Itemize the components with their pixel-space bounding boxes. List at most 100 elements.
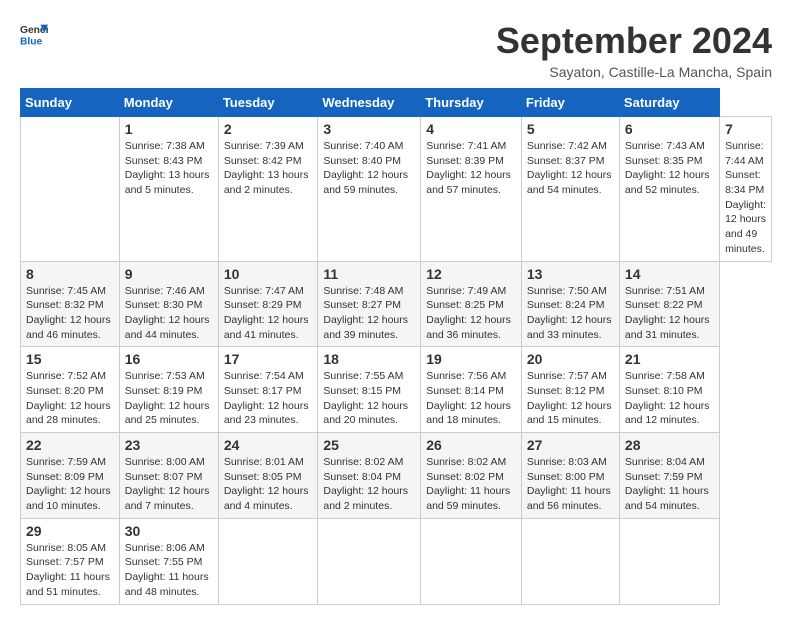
day-number: 25 [323,437,415,453]
calendar-header-thursday: Thursday [421,89,522,117]
calendar-cell: 5 Sunrise: 7:42 AMSunset: 8:37 PMDaylight… [521,117,619,262]
day-info: Sunrise: 7:41 AMSunset: 8:39 PMDaylight:… [426,139,516,198]
calendar-cell: 25 Sunrise: 8:02 AMSunset: 8:04 PMDayligh… [318,433,421,519]
day-info: Sunrise: 7:42 AMSunset: 8:37 PMDaylight:… [527,139,614,198]
day-info: Sunrise: 7:39 AMSunset: 8:42 PMDaylight:… [224,139,313,198]
day-number: 17 [224,351,313,367]
calendar-cell [521,518,619,604]
day-number: 29 [26,523,114,539]
calendar-cell [619,518,719,604]
location-title: Sayaton, Castille-La Mancha, Spain [496,64,772,80]
day-number: 13 [527,266,614,282]
day-number: 5 [527,121,614,137]
calendar-cell: 16Sunrise: 7:53 AMSunset: 8:19 PMDayligh… [119,347,218,433]
calendar-cell: 11 Sunrise: 7:48 AMSunset: 8:27 PMDayligh… [318,261,421,347]
day-number: 15 [26,351,114,367]
calendar-week-row: 1 Sunrise: 7:38 AMSunset: 8:43 PMDaylight… [21,117,772,262]
day-info: Sunrise: 7:54 AMSunset: 8:17 PMDaylight:… [224,369,313,428]
day-number: 4 [426,121,516,137]
calendar-cell: 6 Sunrise: 7:43 AMSunset: 8:35 PMDaylight… [619,117,719,262]
day-number: 7 [725,121,766,137]
day-info: Sunrise: 8:02 AMSunset: 8:04 PMDaylight:… [323,455,415,514]
day-info: Sunrise: 8:05 AMSunset: 7:57 PMDaylight:… [26,541,114,600]
calendar-cell: 1 Sunrise: 7:38 AMSunset: 8:43 PMDaylight… [119,117,218,262]
calendar-cell: 19 Sunrise: 7:56 AMSunset: 8:14 PMDayligh… [421,347,522,433]
calendar-cell: 26 Sunrise: 8:02 AMSunset: 8:02 PMDayligh… [421,433,522,519]
calendar-week-row: 22 Sunrise: 7:59 AMSunset: 8:09 PMDayligh… [21,433,772,519]
calendar-cell: 14 Sunrise: 7:51 AMSunset: 8:22 PMDayligh… [619,261,719,347]
calendar-cell: 24Sunrise: 8:01 AMSunset: 8:05 PMDayligh… [218,433,318,519]
month-title: September 2024 [496,20,772,62]
day-number: 18 [323,351,415,367]
calendar-cell [218,518,318,604]
page-header: General Blue September 2024 Sayaton, Cas… [20,20,772,80]
day-info: Sunrise: 7:48 AMSunset: 8:27 PMDaylight:… [323,284,415,343]
day-info: Sunrise: 7:57 AMSunset: 8:12 PMDaylight:… [527,369,614,428]
calendar-header-wednesday: Wednesday [318,89,421,117]
calendar-cell: 28 Sunrise: 8:04 AMSunset: 7:59 PMDayligh… [619,433,719,519]
calendar-cell: 21Sunrise: 7:58 AMSunset: 8:10 PMDayligh… [619,347,719,433]
day-number: 19 [426,351,516,367]
day-info: Sunrise: 8:02 AMSunset: 8:02 PMDaylight:… [426,455,516,514]
day-info: Sunrise: 7:49 AMSunset: 8:25 PMDaylight:… [426,284,516,343]
calendar-cell: 18Sunrise: 7:55 AMSunset: 8:15 PMDayligh… [318,347,421,433]
calendar-cell [421,518,522,604]
logo: General Blue [20,20,48,48]
calendar-week-row: 8 Sunrise: 7:45 AMSunset: 8:32 PMDaylight… [21,261,772,347]
calendar-cell: 30Sunrise: 8:06 AMSunset: 7:55 PMDayligh… [119,518,218,604]
calendar-cell: 7 Sunrise: 7:44 AMSunset: 8:34 PMDaylight… [720,117,772,262]
calendar-table: SundayMondayTuesdayWednesdayThursdayFrid… [20,88,772,605]
day-info: Sunrise: 7:47 AMSunset: 8:29 PMDaylight:… [224,284,313,343]
calendar-cell: 12 Sunrise: 7:49 AMSunset: 8:25 PMDayligh… [421,261,522,347]
day-info: Sunrise: 7:52 AMSunset: 8:20 PMDaylight:… [26,369,114,428]
calendar-cell: 2 Sunrise: 7:39 AMSunset: 8:42 PMDaylight… [218,117,318,262]
calendar-cell: 23Sunrise: 8:00 AMSunset: 8:07 PMDayligh… [119,433,218,519]
day-number: 2 [224,121,313,137]
day-number: 21 [625,351,714,367]
calendar-cell: 13 Sunrise: 7:50 AMSunset: 8:24 PMDayligh… [521,261,619,347]
day-number: 9 [125,266,213,282]
day-number: 14 [625,266,714,282]
day-info: Sunrise: 8:04 AMSunset: 7:59 PMDaylight:… [625,455,714,514]
calendar-cell: 22 Sunrise: 7:59 AMSunset: 8:09 PMDayligh… [21,433,120,519]
day-info: Sunrise: 7:50 AMSunset: 8:24 PMDaylight:… [527,284,614,343]
day-info: Sunrise: 7:46 AMSunset: 8:30 PMDaylight:… [125,284,213,343]
day-number: 3 [323,121,415,137]
day-number: 12 [426,266,516,282]
calendar-cell: 27 Sunrise: 8:03 AMSunset: 8:00 PMDayligh… [521,433,619,519]
calendar-cell [21,117,120,262]
day-info: Sunrise: 7:56 AMSunset: 8:14 PMDaylight:… [426,369,516,428]
day-number: 6 [625,121,714,137]
day-info: Sunrise: 7:51 AMSunset: 8:22 PMDaylight:… [625,284,714,343]
day-number: 11 [323,266,415,282]
calendar-header-sunday: Sunday [21,89,120,117]
day-number: 10 [224,266,313,282]
calendar-cell: 4 Sunrise: 7:41 AMSunset: 8:39 PMDaylight… [421,117,522,262]
calendar-week-row: 29 Sunrise: 8:05 AMSunset: 7:57 PMDayligh… [21,518,772,604]
calendar-cell: 9 Sunrise: 7:46 AMSunset: 8:30 PMDaylight… [119,261,218,347]
day-info: Sunrise: 7:59 AMSunset: 8:09 PMDaylight:… [26,455,114,514]
day-number: 22 [26,437,114,453]
calendar-cell: 8 Sunrise: 7:45 AMSunset: 8:32 PMDaylight… [21,261,120,347]
day-info: Sunrise: 8:01 AMSunset: 8:05 PMDaylight:… [224,455,313,514]
logo-icon: General Blue [20,20,48,48]
day-number: 1 [125,121,213,137]
day-info: Sunrise: 7:45 AMSunset: 8:32 PMDaylight:… [26,284,114,343]
title-block: September 2024 Sayaton, Castille-La Manc… [496,20,772,80]
day-info: Sunrise: 7:40 AMSunset: 8:40 PMDaylight:… [323,139,415,198]
calendar-cell: 29 Sunrise: 8:05 AMSunset: 7:57 PMDayligh… [21,518,120,604]
day-info: Sunrise: 7:44 AMSunset: 8:34 PMDaylight:… [725,139,766,257]
day-number: 27 [527,437,614,453]
day-number: 8 [26,266,114,282]
day-number: 20 [527,351,614,367]
day-info: Sunrise: 8:03 AMSunset: 8:00 PMDaylight:… [527,455,614,514]
day-info: Sunrise: 7:38 AMSunset: 8:43 PMDaylight:… [125,139,213,198]
svg-text:Blue: Blue [20,36,43,47]
calendar-header-row: SundayMondayTuesdayWednesdayThursdayFrid… [21,89,772,117]
day-number: 16 [125,351,213,367]
calendar-header-monday: Monday [119,89,218,117]
day-info: Sunrise: 7:43 AMSunset: 8:35 PMDaylight:… [625,139,714,198]
day-info: Sunrise: 8:06 AMSunset: 7:55 PMDaylight:… [125,541,213,600]
day-number: 28 [625,437,714,453]
day-number: 26 [426,437,516,453]
